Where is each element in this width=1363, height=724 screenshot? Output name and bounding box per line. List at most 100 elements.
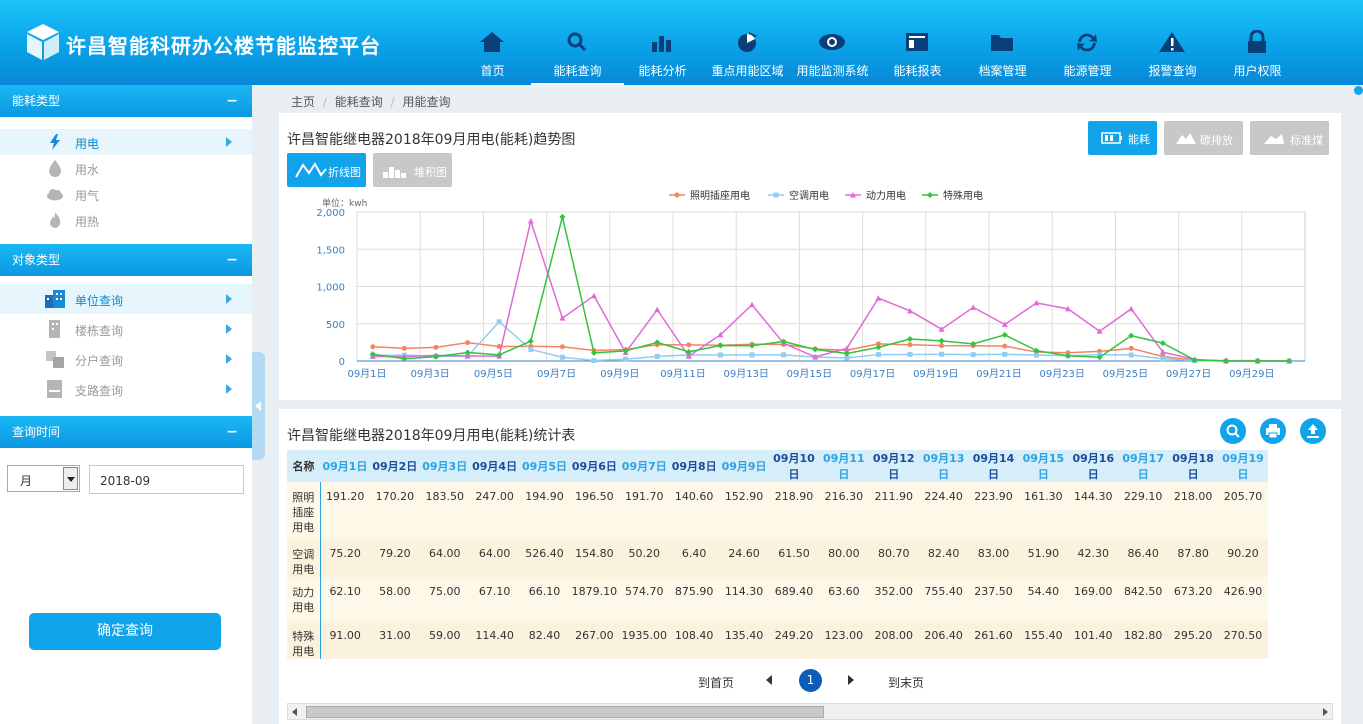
energy-type-title: 能耗类型 [12,94,61,108]
time-unit-value: 月 [20,474,33,488]
column-header[interactable]: 09月16日 [1068,450,1119,482]
next-page-icon[interactable] [846,674,856,686]
chevron-right-icon [226,294,232,304]
column-header[interactable]: 09月4日 [469,450,520,482]
column-header[interactable]: 09月6日 [569,450,620,482]
tower-icon [49,320,60,338]
nav-item-folder[interactable]: 档案管理 [960,0,1045,85]
nav-item-eye[interactable]: 用能监测系统 [790,0,875,85]
stacked-chart-button[interactable]: 堆积图 [373,153,452,187]
energy-type-header[interactable]: 能耗类型 − [0,85,252,117]
bar-chart-icon [652,36,671,52]
last-page-link[interactable]: 到末页 [888,674,924,691]
nav-item-warning[interactable]: 报警查询 [1130,0,1215,85]
column-header[interactable]: 09月19日 [1218,450,1268,482]
breadcrumb-home[interactable]: 主页 [291,95,315,109]
sidebar-item-household-query[interactable]: 分户查询 [0,344,252,374]
column-header[interactable]: 09月9日 [719,450,770,482]
scroll-left-icon[interactable] [292,708,297,716]
search-button[interactable] [1220,418,1246,444]
first-page-link[interactable]: 到首页 [698,674,734,691]
y-tick-label: 2,000 [316,208,345,219]
collapse-energy-type-button[interactable]: − [226,85,238,117]
nav-item-lock[interactable]: 用户权限 [1215,0,1300,85]
table-cell: 123.00 [818,621,869,659]
mode-coal-button[interactable]: 标准煤 [1250,121,1329,155]
column-header[interactable]: 09月13日 [918,450,969,482]
table-cell: 63.60 [818,577,869,621]
nav-item-search[interactable]: 能耗查询 [531,0,624,85]
scroll-right-icon[interactable] [1323,708,1328,716]
line-chart-button[interactable]: 折线图 [287,153,366,187]
confirm-query-button[interactable]: 确定查询 [29,613,221,650]
row-name: 特殊用电 [287,621,321,659]
horizontal-scrollbar[interactable] [287,703,1333,720]
date-input[interactable]: 2018-09 [89,465,244,494]
breadcrumb-energy-query[interactable]: 能耗查询 [335,95,383,109]
energy-type-list: 用电 用水 用气 用热 [0,117,252,244]
page-scroll-indicator[interactable] [1354,86,1363,95]
time-unit-select[interactable]: 月 [7,465,80,492]
column-header[interactable]: 09月11日 [818,450,869,482]
data-point [559,344,565,350]
x-tick-label: 09月23日 [1039,368,1084,380]
table-cell: 183.50 [419,482,470,539]
breadcrumb-current: 用能查询 [402,95,451,109]
column-header[interactable]: 09月14日 [968,450,1019,482]
y-tick-label: 1,000 [316,283,345,294]
prev-page-icon[interactable] [764,674,774,686]
column-header[interactable]: 09月3日 [419,450,470,482]
x-tick-label: 09月29日 [1229,368,1274,380]
sidebar-collapse-handle[interactable] [252,352,265,460]
sidebar-item-water[interactable]: 用水 [0,155,252,181]
nav-item-pie[interactable]: 重点用能区域 [705,0,790,85]
nav-item-report[interactable]: 能耗报表 [875,0,960,85]
collapse-query-time-button[interactable]: − [226,416,238,448]
nav-item-refresh[interactable]: 能源管理 [1045,0,1130,85]
nav-item-home[interactable]: 首页 [450,0,535,85]
mode-energy-button[interactable]: 能耗 [1088,121,1157,155]
scrollbar-thumb[interactable] [306,706,824,718]
table-row: 动力用电 62.10 58.00 75.00 67.10 66.10 1879.10 574.… [287,577,1268,621]
dropdown-arrow-icon[interactable] [63,467,78,490]
object-type-header[interactable]: 对象类型 − [0,244,252,276]
breadcrumb-separator: / [390,95,395,109]
mode-carbon-button[interactable]: 碳排放 [1164,121,1243,155]
column-header[interactable]: 09月1日 [320,450,370,482]
sidebar-item-branch-query[interactable]: 支路查询 [0,374,252,404]
x-tick-label: 09月19日 [913,368,958,380]
sidebar-item-heat[interactable]: 用热 [0,207,252,233]
column-header[interactable]: 09月5日 [519,450,570,482]
print-button[interactable] [1260,418,1286,444]
x-tick-label: 09月13日 [723,368,768,380]
sidebar-item-building-query[interactable]: 楼栋查询 [0,314,252,344]
column-header[interactable]: 09月15日 [1018,450,1069,482]
sidebar-item-unit-query[interactable]: 单位查询 [0,284,252,314]
table-cell: 237.50 [968,577,1019,621]
page-1-button[interactable]: 1 [799,669,822,692]
data-point [433,344,439,350]
sidebar-item-gas[interactable]: 用气 [0,181,252,207]
table-cell: 673.20 [1168,577,1219,621]
column-header[interactable]: 09月8日 [669,450,720,482]
sidebar-item-electricity[interactable]: 用电 [0,129,252,155]
x-tick-label: 09月25日 [1103,368,1148,380]
column-header[interactable]: 09月12日 [868,450,919,482]
nav-item-bar-chart[interactable]: 能耗分析 [620,0,705,85]
row-name: 照明插座用电 [287,482,321,539]
column-header[interactable]: 09月10日 [769,450,819,482]
table-cell: 75.20 [320,539,370,577]
row-name: 动力用电 [287,577,321,621]
table-cell: 182.80 [1118,621,1169,659]
column-header[interactable]: 09月18日 [1168,450,1219,482]
export-button[interactable] [1300,418,1326,444]
collapse-object-type-button[interactable]: − [226,244,238,276]
table-cell: 205.70 [1218,482,1268,539]
x-tick-label: 09月17日 [850,368,895,380]
query-time-header[interactable]: 查询时间 − [0,416,252,448]
column-header[interactable]: 09月7日 [619,450,670,482]
table-cell: 155.40 [1018,621,1069,659]
chevron-right-icon [226,324,232,334]
column-header[interactable]: 09月2日 [369,450,420,482]
column-header[interactable]: 09月17日 [1118,450,1169,482]
